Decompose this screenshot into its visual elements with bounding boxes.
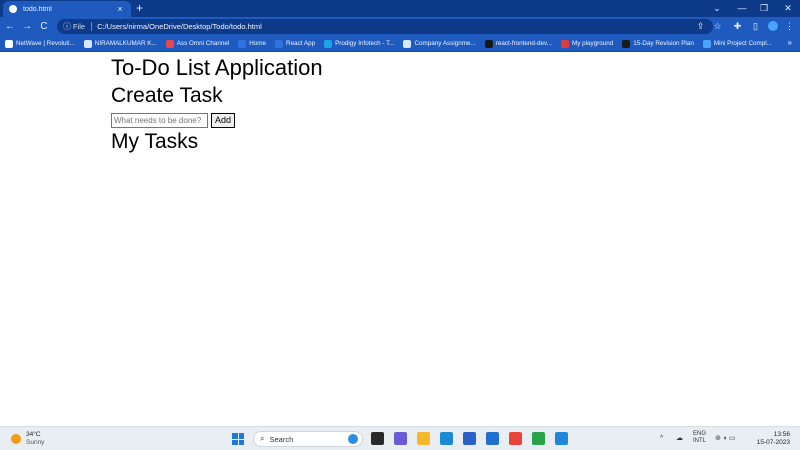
bookmark-favicon-icon [484, 39, 493, 48]
bookmark-favicon-icon [275, 39, 284, 48]
file-explorer-icon[interactable] [417, 432, 430, 445]
weather-desc[interactable]: Sunny [26, 439, 44, 446]
task-input[interactable] [111, 112, 208, 128]
taskbar: 34°C Sunny ⌕ Search ^ ☁ ENG INTL ⊚ ◖ ▭ 1… [0, 426, 800, 450]
vscode-icon[interactable] [555, 432, 568, 445]
bookmark-item[interactable]: React App [275, 39, 316, 48]
bookmark-label: Prodigy Infotech - T... [335, 40, 395, 47]
clock[interactable]: 13:56 15-07-2023 [757, 431, 790, 447]
side-panel-icon[interactable]: ▯ [749, 20, 762, 33]
keyboard-layout: INTL [693, 438, 707, 444]
language-code: ENG [693, 431, 707, 437]
bookmark-favicon-icon [324, 39, 333, 48]
edge-icon[interactable] [440, 432, 453, 445]
bookmark-favicon-icon [622, 39, 631, 48]
onedrive-icon[interactable]: ☁ [676, 434, 683, 443]
menu-icon[interactable]: ⋮ [783, 20, 796, 33]
clock-time: 13:56 [773, 431, 790, 438]
tray-overflow-icon[interactable]: ^ [660, 434, 663, 443]
search-icon: ⌕ [260, 434, 265, 443]
bookmark-label: My playground [571, 40, 614, 47]
bookmark-label: NIRAMALKUMAR K... [94, 40, 157, 47]
bookmark-label: 15-Day Revision Plan [633, 40, 694, 47]
search-label: Search [269, 434, 294, 444]
create-task-form: Add [111, 112, 711, 128]
close-icon[interactable]: × [115, 4, 125, 14]
bookmark-label: NetWave | Revoluti... [16, 40, 75, 47]
bookmark-label: react-frontend-dev... [495, 40, 552, 47]
bookmark-item[interactable]: My playground [560, 39, 614, 48]
address-bar[interactable]: ⓘ File C:/Users/nirma/OneDrive/Desktop/T… [57, 19, 713, 34]
bookmark-favicon-icon [5, 39, 13, 48]
profile-avatar[interactable] [768, 21, 778, 31]
forward-button[interactable]: → [20, 20, 34, 33]
bookmarks-overflow-button[interactable]: » [788, 39, 792, 47]
star-icon[interactable]: ☆ [711, 20, 724, 33]
store-icon[interactable] [463, 432, 476, 445]
browser-toolbar: ← → C ⓘ File C:/Users/nirma/OneDrive/Des… [0, 17, 800, 36]
teams-icon[interactable] [394, 432, 407, 445]
maximize-button[interactable]: ❐ [751, 1, 777, 15]
bookmark-favicon-icon [403, 39, 412, 48]
bookmark-item[interactable]: Mini Project Compl... [702, 39, 772, 48]
bookmark-item[interactable]: NIRAMALKUMAR K... [83, 39, 157, 48]
bookmark-item[interactable]: Prodigy Infotech - T... [324, 39, 395, 48]
weather-temp[interactable]: 34°C [26, 431, 41, 438]
bookmark-label: Ass Omni Channel [176, 40, 230, 47]
my-tasks-heading: My Tasks [111, 130, 199, 153]
bookmark-favicon-icon [238, 39, 247, 48]
info-icon[interactable]: ⓘ [63, 21, 73, 32]
page-content: To-Do List Application Create Task Add M… [111, 54, 711, 156]
tab-search-icon[interactable]: ⌄ [704, 1, 730, 15]
bookmark-favicon-icon [702, 39, 711, 48]
bookmark-item[interactable]: Home [238, 39, 267, 48]
bing-icon[interactable] [348, 434, 358, 444]
globe-icon [9, 5, 17, 13]
back-button[interactable]: ← [3, 20, 17, 33]
bookmark-item[interactable]: react-frontend-dev... [484, 39, 552, 48]
taskbar-search[interactable]: ⌕ Search [253, 431, 363, 447]
tab-title: todo.html [23, 5, 52, 13]
bookmark-label: React App [286, 40, 316, 47]
new-tab-button[interactable]: + [136, 2, 143, 14]
close-window-button[interactable]: ✕ [775, 1, 800, 15]
reload-button[interactable]: C [37, 20, 51, 33]
page-title: To-Do List Application [111, 55, 323, 80]
share-icon[interactable]: ⇪ [694, 20, 707, 33]
bookmark-label: Home [249, 40, 267, 47]
address-divider [91, 22, 93, 31]
bookmark-label: Company Assignme... [414, 40, 476, 47]
bookmark-label: Mini Project Compl... [713, 40, 772, 47]
bookmark-item[interactable]: NetWave | Revoluti... [5, 39, 75, 48]
chrome-icon[interactable] [532, 432, 545, 445]
sun-icon[interactable] [11, 434, 21, 444]
anydesk-icon[interactable] [509, 432, 522, 445]
url-text[interactable]: C:/Users/nirma/OneDrive/Desktop/Todo/tod… [97, 22, 262, 31]
mail-icon[interactable] [486, 432, 499, 445]
bookmark-favicon-icon [560, 39, 569, 48]
bookmark-favicon-icon [83, 39, 92, 48]
create-task-heading: Create Task [111, 84, 223, 107]
bookmark-item[interactable]: 15-Day Revision Plan [622, 39, 694, 48]
scheme-label: File [73, 22, 86, 31]
task-view-icon[interactable] [371, 432, 384, 445]
bookmark-item[interactable]: Company Assignme... [403, 39, 476, 48]
tab-strip: todo.html × + ⌄ — ❐ ✕ [0, 0, 800, 17]
tab-todo[interactable]: todo.html × [3, 1, 131, 17]
network-volume-battery-icon[interactable]: ⊚ ◖ ▭ [715, 434, 736, 443]
bookmark-favicon-icon [165, 39, 174, 48]
clock-date: 15-07-2023 [756, 439, 790, 446]
extensions-icon[interactable]: ✚ [731, 20, 744, 33]
start-icon[interactable] [232, 433, 244, 445]
language-indicator[interactable]: ENG INTL [693, 431, 706, 445]
bookmark-item[interactable]: Ass Omni Channel [165, 39, 230, 48]
bookmarks-bar: NetWave | Revoluti... NIRAMALKUMAR K... As… [0, 36, 800, 52]
add-button[interactable]: Add [211, 112, 236, 128]
